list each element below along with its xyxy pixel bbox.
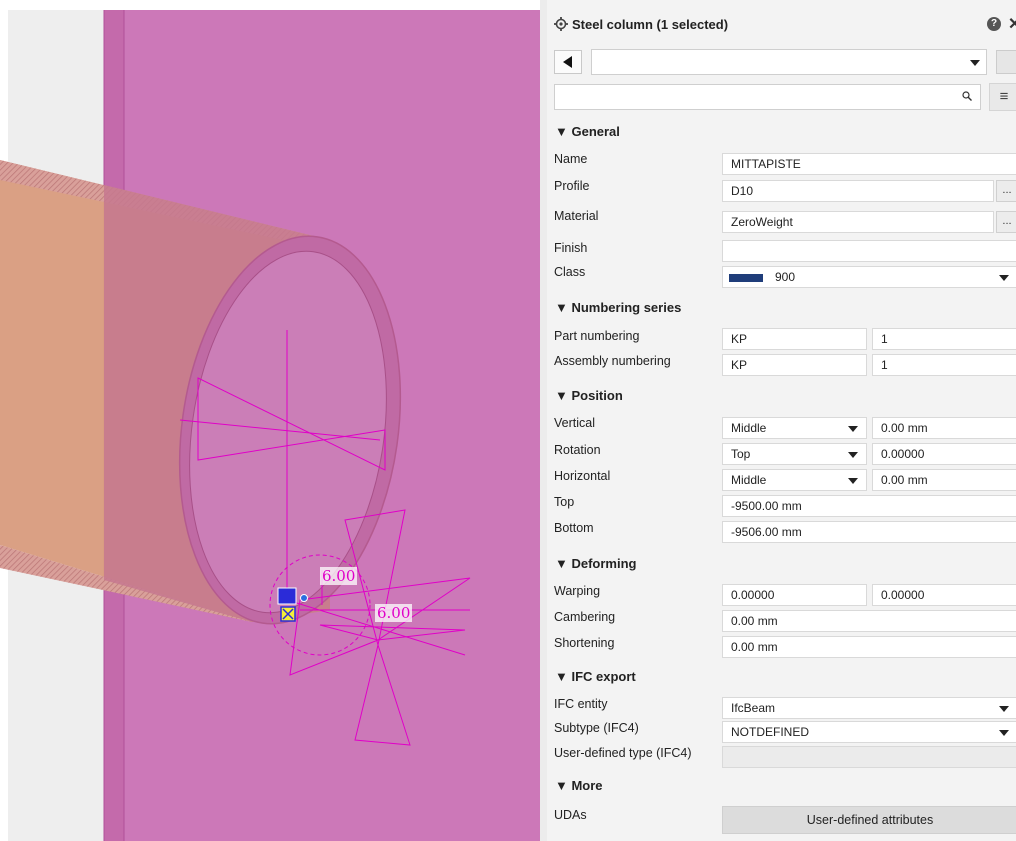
finish-field[interactable] — [722, 240, 1016, 262]
label-ifc-entity: IFC entity — [554, 697, 608, 711]
rotation-dropdown[interactable]: Top — [722, 443, 867, 465]
section-more[interactable]: ▼ More — [555, 776, 603, 796]
label-class: Class — [554, 265, 586, 279]
saved-attributes-dropdown[interactable] — [591, 49, 987, 75]
label-bottom: Bottom — [554, 521, 594, 535]
horizontal-value: Middle — [731, 473, 767, 487]
label-user-defined-type: User-defined type (IFC4) — [554, 746, 692, 760]
menu-icon[interactable]: ≡ — [989, 83, 1016, 111]
part-start-field[interactable]: 1 — [872, 328, 1016, 350]
chevron-down-icon — [970, 60, 980, 66]
class-dropdown[interactable]: 900 — [722, 266, 1016, 288]
label-name: Name — [554, 152, 588, 166]
material-field[interactable]: ZeroWeight — [722, 211, 994, 233]
ifc-entity-value: IfcBeam — [731, 701, 776, 715]
warping-field-2[interactable]: 0.00000 — [872, 584, 1016, 606]
viewport-canvas — [0, 10, 540, 841]
save-icon[interactable] — [996, 50, 1016, 74]
label-material: Material — [554, 209, 599, 223]
profile-field[interactable]: D10 — [722, 180, 994, 202]
label-shortening: Shortening — [554, 636, 615, 650]
ifc-entity-dropdown[interactable]: IfcBeam — [722, 697, 1016, 719]
gear-icon — [554, 17, 568, 31]
horizontal-dropdown[interactable]: Middle — [722, 469, 867, 491]
chevron-down-icon — [999, 275, 1009, 281]
label-assembly-numbering: Assembly numbering — [554, 354, 671, 368]
vertical-offset-field[interactable]: 0.00 mm — [872, 417, 1016, 439]
subtype-dropdown[interactable]: NOTDEFINED — [722, 721, 1016, 743]
section-ifc-export[interactable]: ▼ IFC export — [555, 667, 636, 687]
vertical-dropdown[interactable]: Middle — [722, 417, 867, 439]
chevron-down-icon — [999, 706, 1009, 712]
part-prefix-field[interactable]: KP — [722, 328, 867, 350]
class-value: 900 — [775, 270, 796, 284]
search-input[interactable] — [554, 84, 981, 110]
shortening-field[interactable]: 0.00 mm — [722, 636, 1016, 658]
dimension-label-horizontal[interactable]: 6.00 — [375, 604, 413, 622]
chevron-down-icon — [848, 452, 858, 458]
back-button[interactable] — [554, 50, 582, 74]
label-top: Top — [554, 495, 575, 509]
profile-browse-button[interactable]: ... — [996, 180, 1016, 202]
warping-field-1[interactable]: 0.00000 — [722, 584, 867, 606]
label-cambering: Cambering — [554, 610, 616, 624]
cambering-field[interactable]: 0.00 mm — [722, 610, 1016, 632]
material-browse-button[interactable]: ... — [996, 211, 1016, 233]
model-viewport[interactable]: 6.00 6.00 — [0, 0, 540, 841]
search-icon — [962, 91, 972, 101]
help-icon[interactable]: ? — [987, 17, 1001, 31]
class-color-swatch — [729, 273, 763, 282]
close-icon[interactable]: ✕ — [1008, 14, 1016, 34]
panel-title: Steel column (1 selected) — [572, 16, 729, 32]
label-warping: Warping — [554, 584, 601, 598]
top-field[interactable]: -9500.00 mm — [722, 495, 1016, 517]
chevron-down-icon — [848, 426, 858, 432]
section-deforming[interactable]: ▼ Deforming — [555, 554, 636, 574]
label-udas: UDAs — [554, 808, 587, 822]
horizontal-offset-field[interactable]: 0.00 mm — [872, 469, 1016, 491]
label-subtype: Subtype (IFC4) — [554, 721, 639, 735]
user-defined-attributes-button[interactable]: User-defined attributes — [722, 806, 1016, 834]
rotation-offset-field[interactable]: 0.00000 — [872, 443, 1016, 465]
label-rotation: Rotation — [554, 443, 601, 457]
subtype-value: NOTDEFINED — [731, 725, 809, 739]
properties-panel: Steel column (1 selected) ? ✕ ≡ ▼ Genera… — [547, 0, 1016, 841]
user-defined-type-field — [722, 746, 1016, 768]
section-position[interactable]: ▼ Position — [555, 386, 623, 406]
chevron-down-icon — [848, 478, 858, 484]
rotation-value: Top — [731, 447, 751, 461]
label-finish: Finish — [554, 241, 588, 255]
bottom-field[interactable]: -9506.00 mm — [722, 521, 1016, 543]
chevron-down-icon — [999, 730, 1009, 736]
panel-divider[interactable] — [540, 0, 547, 841]
label-part-numbering: Part numbering — [554, 329, 640, 343]
label-profile: Profile — [554, 179, 590, 193]
panel-title-row: Steel column (1 selected) — [547, 12, 1016, 36]
section-general[interactable]: ▼ General — [555, 122, 620, 142]
dimension-label-vertical[interactable]: 6.00 — [320, 567, 358, 585]
assembly-prefix-field[interactable]: KP — [722, 354, 867, 376]
name-field[interactable]: MITTAPISTE — [722, 153, 1016, 175]
handle-start — [277, 587, 297, 605]
vertical-value: Middle — [731, 421, 767, 435]
label-horizontal: Horizontal — [554, 469, 611, 483]
assembly-start-field[interactable]: 1 — [872, 354, 1016, 376]
label-vertical: Vertical — [554, 416, 595, 430]
section-numbering[interactable]: ▼ Numbering series — [555, 298, 681, 318]
